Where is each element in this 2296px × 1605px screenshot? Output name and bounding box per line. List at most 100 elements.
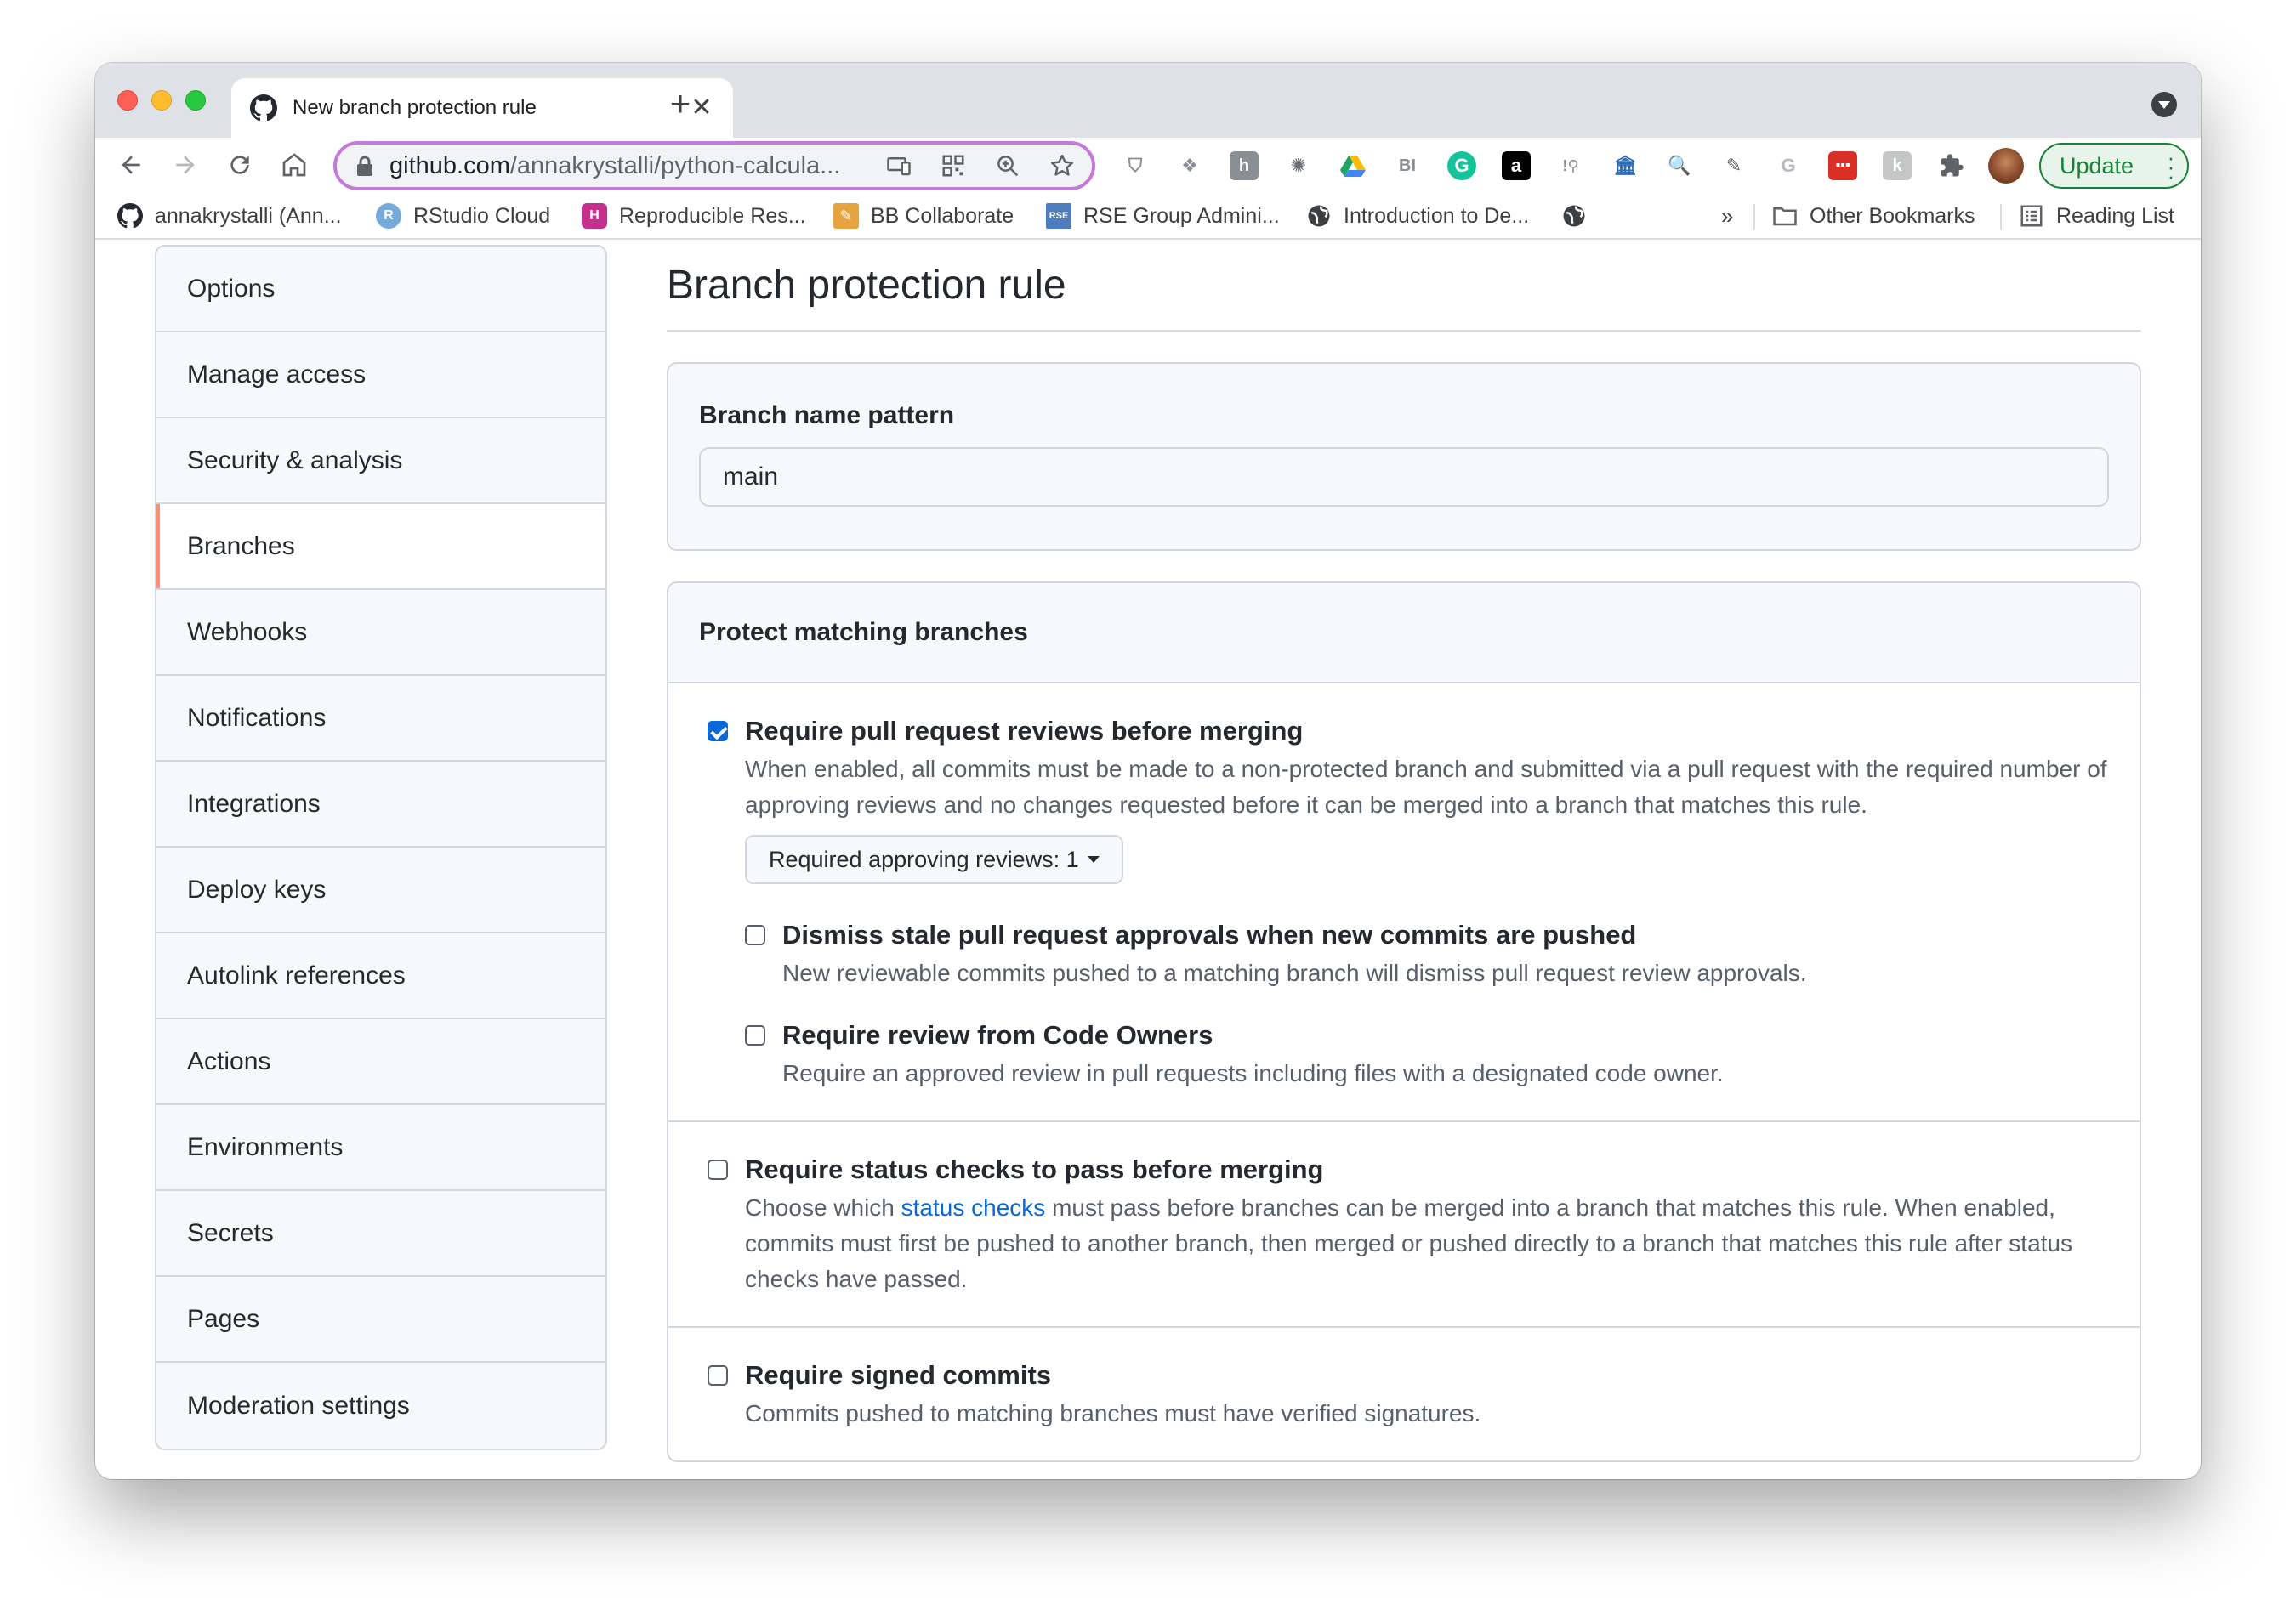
sidebar-item-deploy-keys[interactable]: Deploy keys xyxy=(156,848,605,933)
dismiss-stale-approvals-checkbox[interactable] xyxy=(745,925,765,945)
shield-extension-icon[interactable]: ⛉ xyxy=(1121,151,1150,180)
bookmark-item[interactable] xyxy=(1561,199,1599,233)
gray-extension-icon[interactable]: k xyxy=(1883,151,1912,180)
caret-down-icon xyxy=(1087,856,1100,863)
bookmark-item[interactable]: Introduction to De... xyxy=(1306,199,1529,233)
update-label: Update xyxy=(2060,152,2134,179)
main-panel: Branch protection rule Branch name patte… xyxy=(667,241,2141,1462)
reload-icon[interactable] xyxy=(223,148,257,182)
rule-title: Require signed commits xyxy=(745,1360,1052,1390)
sidebar-item-pages[interactable]: Pages xyxy=(156,1277,605,1363)
qr-code-icon[interactable] xyxy=(939,151,968,180)
page-title: Branch protection rule xyxy=(667,241,2141,332)
folder-icon xyxy=(1773,207,1797,226)
active-tab[interactable]: New branch protection rule ✕ xyxy=(231,78,733,138)
back-arrow-icon[interactable] xyxy=(114,148,148,182)
rule-description: Commits pushed to matching branches must… xyxy=(745,1400,1481,1426)
eyedropper-extension-icon[interactable]: ✎ xyxy=(1719,151,1748,180)
bookmark-label: RStudio Cloud xyxy=(413,203,551,228)
require-pr-reviews-checkbox[interactable] xyxy=(708,721,728,741)
settings-sidebar: Options Manage access Security & analysi… xyxy=(155,245,607,1450)
close-window-button[interactable] xyxy=(117,90,138,111)
bookmark-item[interactable]: RSE RSE Group Admini... xyxy=(1046,199,1280,233)
tab-strip: New branch protection rule ✕ + xyxy=(95,63,2201,138)
profile-avatar[interactable] xyxy=(1988,148,2024,184)
rule-title: Require pull request reviews before merg… xyxy=(745,716,1304,746)
new-tab-button[interactable]: + xyxy=(660,83,701,124)
subrule-description: New reviewable commits pushed to a match… xyxy=(782,960,1807,986)
github-icon xyxy=(117,203,143,229)
dropbox-extension-icon[interactable]: ❖ xyxy=(1175,151,1204,180)
sidebar-item-autolink-references[interactable]: Autolink references xyxy=(156,933,605,1019)
rule-body: Require status checks to pass before mer… xyxy=(745,1153,2109,1297)
forward-arrow-icon[interactable] xyxy=(168,148,202,182)
bookmarks-separator xyxy=(1753,204,1755,230)
browser-toolbar: github.com/annakrystalli/python-calcula.… xyxy=(95,138,2201,192)
require-status-checks-checkbox[interactable] xyxy=(708,1160,728,1180)
url-text: github.com/annakrystalli/python-calcula.… xyxy=(389,151,841,179)
hedgehog-extension-icon[interactable]: ✺ xyxy=(1284,151,1313,180)
tab-search-icon[interactable] xyxy=(2151,92,2177,117)
home-icon[interactable] xyxy=(277,148,311,182)
minimize-window-button[interactable] xyxy=(151,90,172,111)
reading-list-button[interactable]: Reading List xyxy=(2019,199,2174,233)
sidebar-item-moderation-settings[interactable]: Moderation settings xyxy=(156,1363,605,1449)
sidebar-item-notifications[interactable]: Notifications xyxy=(156,676,605,762)
sidebar-item-integrations[interactable]: Integrations xyxy=(156,762,605,848)
pencil-icon: ✎ xyxy=(833,203,859,229)
install-app-icon[interactable] xyxy=(884,151,913,180)
bookmarks-separator xyxy=(2000,204,2002,230)
bookmark-item[interactable]: R RStudio Cloud xyxy=(376,199,550,233)
more-menu-icon[interactable]: · · · xyxy=(2167,146,2175,187)
h-extension-icon[interactable]: h xyxy=(1230,151,1259,180)
sidebar-item-manage-access[interactable]: Manage access xyxy=(156,332,605,418)
require-signed-commits-checkbox[interactable] xyxy=(708,1365,728,1386)
google-extension-icon[interactable]: G xyxy=(1774,151,1803,180)
sidebar-item-options[interactable]: Options xyxy=(156,247,605,332)
bookmark-label: Reading List xyxy=(2056,203,2174,228)
library-extension-icon[interactable]: 🏛 xyxy=(1611,151,1640,180)
bookmark-star-icon[interactable] xyxy=(1048,151,1077,180)
sidebar-item-webhooks[interactable]: Webhooks xyxy=(156,590,605,676)
google-drive-extension-icon[interactable] xyxy=(1338,151,1367,180)
maximize-window-button[interactable] xyxy=(185,90,206,111)
padlock-extension-icon[interactable]: a xyxy=(1502,151,1531,180)
branch-name-pattern-label: Branch name pattern xyxy=(699,401,955,429)
readability-extension-icon[interactable]: !⚲ xyxy=(1556,151,1585,180)
branch-name-pattern-box: Branch name pattern main xyxy=(667,362,2141,551)
update-button[interactable]: Update · · · xyxy=(2039,143,2189,189)
sidebar-item-branches[interactable]: Branches xyxy=(156,504,605,590)
sidebar-item-environments[interactable]: Environments xyxy=(156,1105,605,1191)
r-icon: R xyxy=(376,203,401,229)
puzzle-extensions-icon[interactable] xyxy=(1937,151,1966,180)
status-checks-link[interactable]: status checks xyxy=(901,1194,1046,1221)
require-code-owners-checkbox[interactable] xyxy=(745,1025,765,1046)
subrule-title: Dismiss stale pull request approvals whe… xyxy=(782,920,1637,950)
sidebar-item-actions[interactable]: Actions xyxy=(156,1019,605,1105)
magnifier-extension-icon[interactable]: 🔍 xyxy=(1665,151,1694,180)
bookmark-label: RSE Group Admini... xyxy=(1083,203,1280,228)
calendar-extension-icon[interactable]: ▪▪▪ xyxy=(1828,151,1857,180)
globe-icon xyxy=(1563,205,1585,227)
bookmark-item[interactable]: H Reproducible Res... xyxy=(582,199,806,233)
bookmark-item[interactable]: annakrystalli (Ann... xyxy=(117,199,342,233)
branch-name-pattern-input[interactable]: main xyxy=(699,447,2109,507)
bi-extension-icon[interactable]: BI xyxy=(1393,151,1422,180)
sidebar-item-secrets[interactable]: Secrets xyxy=(156,1191,605,1277)
bookmark-label: Introduction to De... xyxy=(1344,203,1530,228)
rse-icon: RSE xyxy=(1046,203,1071,229)
subrule-dismiss-stale: Dismiss stale pull request approvals whe… xyxy=(745,918,2109,991)
bookmark-item[interactable]: ✎ BB Collaborate xyxy=(833,199,1014,233)
sidebar-item-security-analysis[interactable]: Security & analysis xyxy=(156,418,605,504)
hex-icon: H xyxy=(582,203,607,229)
bookmark-label: BB Collaborate xyxy=(871,203,1014,228)
grammarly-extension-icon[interactable]: G xyxy=(1447,151,1476,180)
zoom-icon[interactable] xyxy=(993,151,1022,180)
bookmarks-overflow-button[interactable]: » xyxy=(1721,199,1733,233)
subrule-description: Require an approved review in pull reque… xyxy=(782,1060,1724,1086)
required-approving-reviews-dropdown[interactable]: Required approving reviews: 1 xyxy=(745,835,1123,884)
rule-body: Require pull request reviews before merg… xyxy=(745,714,2109,1092)
other-bookmarks-folder[interactable]: Other Bookmarks xyxy=(1772,199,1975,233)
address-bar[interactable]: github.com/annakrystalli/python-calcula.… xyxy=(333,141,1095,190)
page-content: Options Manage access Security & analysi… xyxy=(95,241,2201,1479)
